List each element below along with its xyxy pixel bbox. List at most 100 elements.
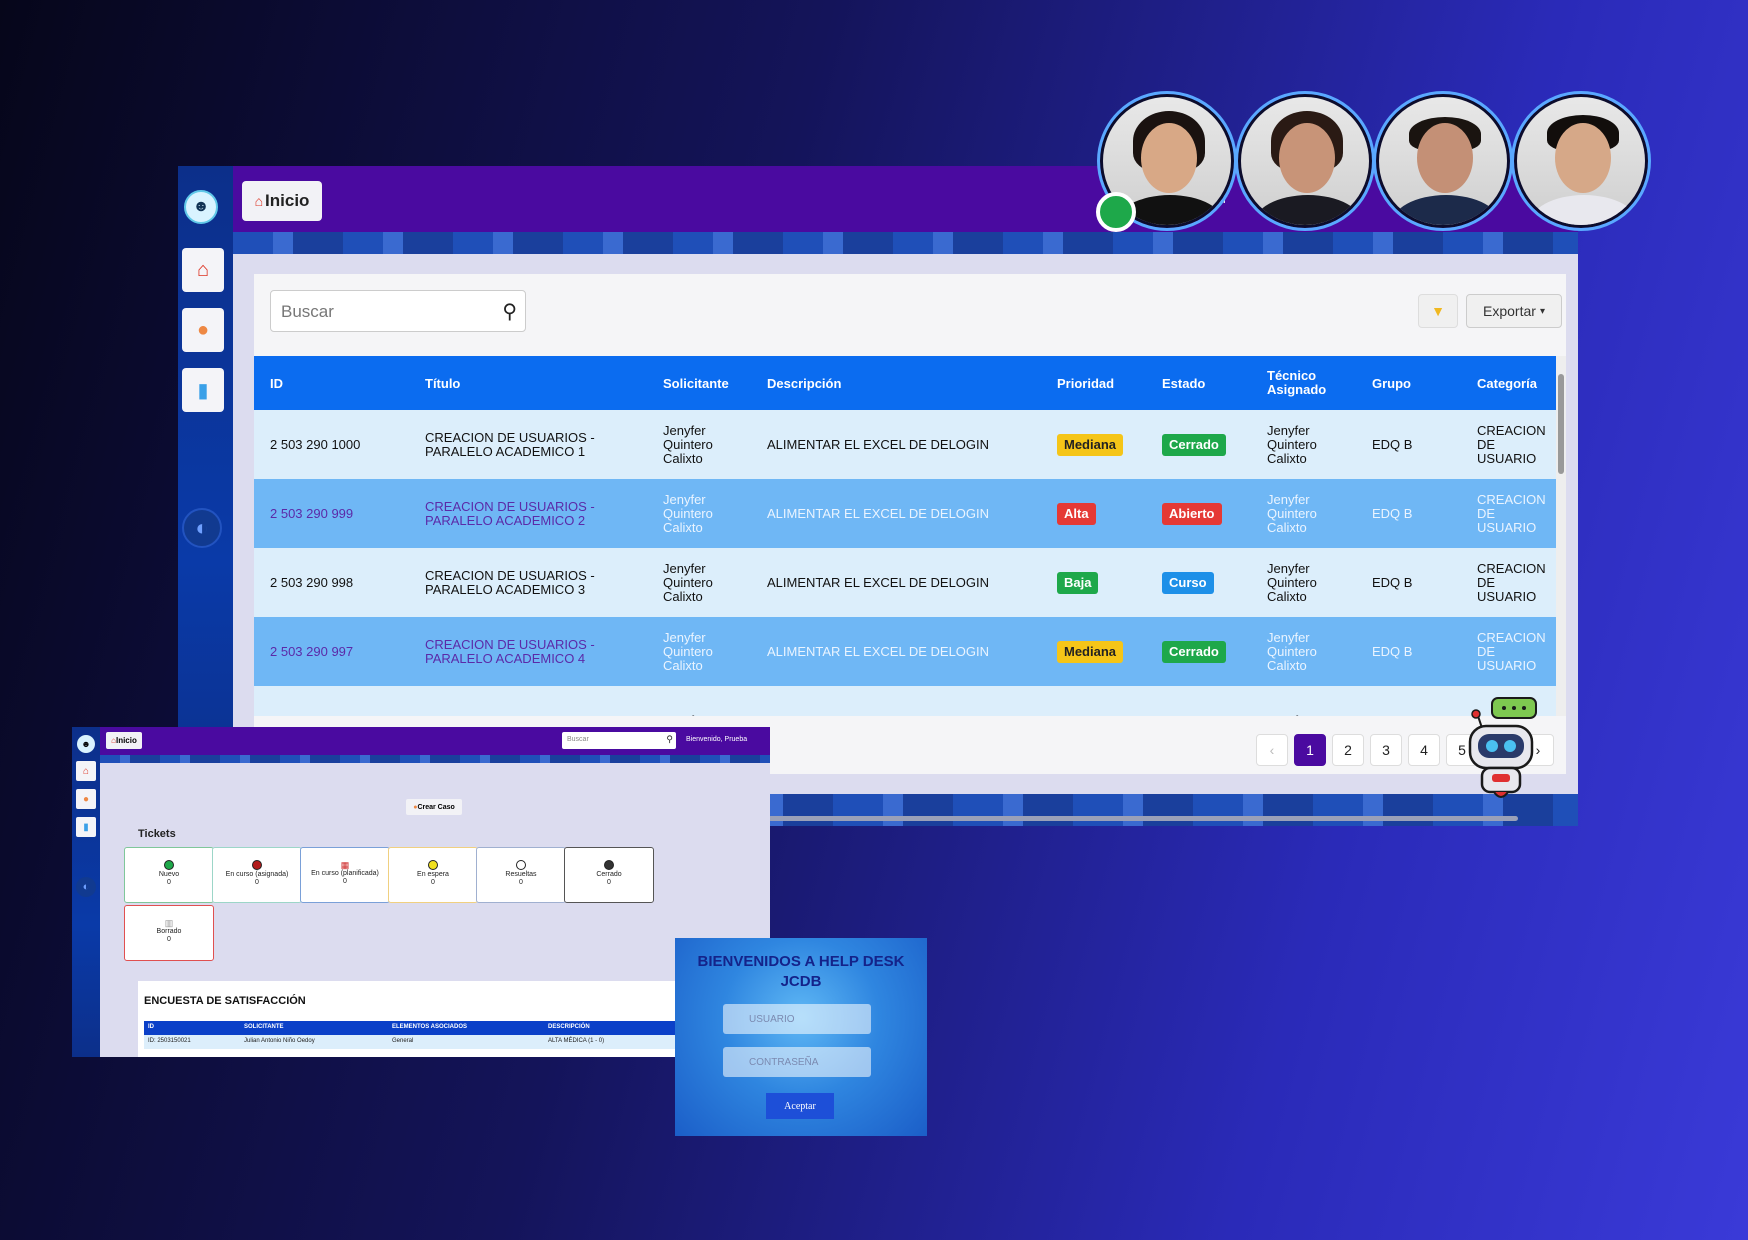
cell-line: CREACION DE USUARIOS - bbox=[425, 498, 595, 514]
table-row[interactable]: CREACION DE USUARIOS -JenyferJenyferCREA… bbox=[254, 686, 1566, 716]
cell-line: Jenyfer bbox=[663, 560, 706, 576]
prev-page-button[interactable]: ‹ bbox=[1256, 734, 1288, 766]
cell-line: Calixto bbox=[663, 450, 703, 466]
table-cell: ALIMENTAR EL EXCEL DE DELOGIN bbox=[751, 479, 1041, 548]
column-header[interactable]: Técnico Asignado bbox=[1251, 356, 1356, 410]
page-button[interactable]: 3 bbox=[1370, 734, 1402, 766]
cell-line: Quintero bbox=[1267, 436, 1317, 452]
chatbot-robot-icon[interactable] bbox=[1464, 694, 1544, 804]
table-row[interactable]: 2 503 290 999 CREACION DE USUARIOS - PARAL… bbox=[254, 479, 1566, 548]
table-cell bbox=[254, 686, 409, 716]
page-button[interactable]: 1 bbox=[1294, 734, 1326, 766]
documents-nav-button[interactable]: ▮ bbox=[182, 368, 224, 412]
cell-line: CREACION bbox=[1477, 491, 1546, 507]
table-cell: Jenyfer Quintero Calixto bbox=[647, 410, 751, 479]
export-label: Exportar bbox=[1483, 303, 1536, 319]
cell-line: Jenyfer bbox=[1267, 713, 1346, 716]
tickets-nav-button[interactable]: ● bbox=[76, 789, 96, 809]
username-field[interactable]: USUARIO bbox=[723, 1004, 871, 1034]
ticket-id[interactable]: 2 503 290 999 bbox=[270, 506, 353, 521]
estado-badge: Cerrado bbox=[1162, 433, 1226, 456]
cell-line: Jenyfer bbox=[1267, 629, 1310, 645]
search-icon[interactable]: ⚲ bbox=[502, 299, 517, 324]
satisfaction-survey: ENCUESTA DE SATISFACCIÓN ID SOLICITANTE … bbox=[138, 981, 688, 1057]
column-header[interactable]: Título bbox=[409, 356, 647, 410]
estado-badge: Abierto bbox=[1162, 502, 1222, 525]
ticket-status-card[interactable]: En espera 0 bbox=[388, 847, 478, 903]
table-cell: Jenyfer bbox=[647, 686, 751, 716]
vertical-scrollbar[interactable] bbox=[1556, 356, 1566, 716]
column-header[interactable]: Categoría bbox=[1461, 356, 1566, 410]
ticket-status-card[interactable]: En curso (asignada) 0 bbox=[212, 847, 302, 903]
survey-cell: ALTA MÉDICA (1 - 0) bbox=[548, 1038, 605, 1044]
table-cell: ALIMENTAR EL EXCEL DE DELOGIN bbox=[751, 410, 1041, 479]
search-input[interactable]: Buscar ⚲ bbox=[562, 732, 676, 749]
filter-icon: ▼ bbox=[1431, 303, 1445, 319]
export-button[interactable]: Exportar ▾ bbox=[1466, 294, 1562, 328]
home-button[interactable]: ⌂ Inicio bbox=[106, 732, 142, 749]
cell-line: Jenyfer bbox=[1267, 560, 1310, 576]
filter-button[interactable]: ▼ bbox=[1418, 294, 1458, 328]
ticket-status-card[interactable]: ▦ En curso (planificada) 0 bbox=[300, 847, 390, 903]
table-row[interactable]: 2 503 290 1000 CREACION DE USUARIOS - PARA… bbox=[254, 410, 1566, 479]
table-cell: CREACION DE USUARIOS - PARALELO ACADEMICO… bbox=[409, 410, 647, 479]
card-label: Nuevo bbox=[158, 871, 180, 878]
column-header[interactable]: Descripción bbox=[751, 356, 1041, 410]
survey-row[interactable]: ID: 2503150021 Julian Antonio Niño Oedoy… bbox=[144, 1035, 688, 1049]
table-cell: Jenyfer Quintero Calixto bbox=[647, 548, 751, 617]
ticket-status-card[interactable]: Cerrado 0 bbox=[564, 847, 654, 903]
table-cell: EDQ B bbox=[1356, 479, 1461, 548]
home-nav-button[interactable]: ⌂ bbox=[182, 248, 224, 292]
table-cell: 2 503 290 998 bbox=[254, 548, 409, 617]
cell-line: PARALELO ACADEMICO 2 bbox=[425, 512, 586, 528]
card-count: 0 bbox=[343, 878, 347, 885]
cell-line: CREACION bbox=[1477, 560, 1546, 576]
table-cell bbox=[1041, 686, 1146, 716]
card-label: Resueltas bbox=[505, 871, 537, 878]
column-header[interactable]: Grupo bbox=[1356, 356, 1461, 410]
home-label: Inicio bbox=[115, 736, 137, 745]
scroll-thumb[interactable] bbox=[1558, 374, 1564, 474]
cell-line: Quintero bbox=[663, 505, 713, 521]
table-row[interactable]: 2 503 290 998 CREACION DE USUARIOS - PARAL… bbox=[254, 548, 1566, 617]
column-header[interactable]: Estado bbox=[1146, 356, 1251, 410]
column-header[interactable]: Solicitante bbox=[647, 356, 751, 410]
ticket-id[interactable]: 2 503 290 1000 bbox=[270, 437, 360, 452]
search-icon[interactable]: ⚲ bbox=[666, 734, 673, 745]
column-header[interactable]: Prioridad bbox=[1041, 356, 1146, 410]
home-nav-button[interactable]: ⌂ bbox=[76, 761, 96, 781]
tickets-nav-button[interactable]: ● bbox=[182, 308, 224, 352]
search-input[interactable]: Buscar ⚲ bbox=[270, 290, 526, 332]
card-count: 0 bbox=[607, 879, 611, 886]
ticket-id[interactable]: 2 503 290 997 bbox=[270, 644, 353, 659]
team-avatar bbox=[1373, 91, 1513, 231]
table-cell: EDQ B bbox=[1356, 548, 1461, 617]
online-status-icon bbox=[1096, 192, 1136, 232]
prioridad-badge: Mediana bbox=[1057, 640, 1124, 663]
table-cell: CREACION DE USUARIOS - PARALELO ACADEMICO… bbox=[409, 479, 647, 548]
table-cell: CREACION DE USUARIOS - PARALELO ACADEMICO… bbox=[409, 617, 647, 686]
table-cell: ALIMENTAR EL EXCEL DE DELOGIN bbox=[751, 548, 1041, 617]
survey-cell: General bbox=[392, 1038, 414, 1044]
ticket-status-card[interactable]: Resueltas 0 bbox=[476, 847, 566, 903]
table-cell: CREACION DE USUARIO bbox=[1461, 617, 1566, 686]
cell-line: Quintero bbox=[1267, 505, 1317, 521]
password-field[interactable]: CONTRASEÑA bbox=[723, 1047, 871, 1077]
horizontal-scrollbar[interactable] bbox=[768, 816, 1518, 821]
documents-nav-button[interactable]: ▮ bbox=[76, 817, 96, 837]
ticket-status-card[interactable]: Nuevo 0 bbox=[124, 847, 214, 903]
column-header[interactable]: ID bbox=[254, 356, 409, 410]
table-cell: 2 503 290 999 bbox=[254, 479, 409, 548]
page-button[interactable]: 2 bbox=[1332, 734, 1364, 766]
ticket-status-card[interactable]: ▥ Borrado 0 bbox=[124, 905, 214, 961]
home-button[interactable]: ⌂ Inicio bbox=[242, 181, 322, 221]
accept-button[interactable]: Aceptar bbox=[766, 1093, 834, 1119]
page-button[interactable]: 4 bbox=[1408, 734, 1440, 766]
table-row[interactable]: 2 503 290 997 CREACION DE USUARIOS - PARAL… bbox=[254, 617, 1566, 686]
table-cell: Curso bbox=[1146, 548, 1251, 617]
ticket-id[interactable]: 2 503 290 998 bbox=[270, 575, 353, 590]
welcome-text: Bienvenido, Prueba bbox=[686, 736, 748, 743]
cell-line: CREACION bbox=[1477, 629, 1546, 645]
estado-badge: Cerrado bbox=[1162, 640, 1226, 663]
create-case-button[interactable]: ● Crear Caso bbox=[406, 799, 462, 815]
